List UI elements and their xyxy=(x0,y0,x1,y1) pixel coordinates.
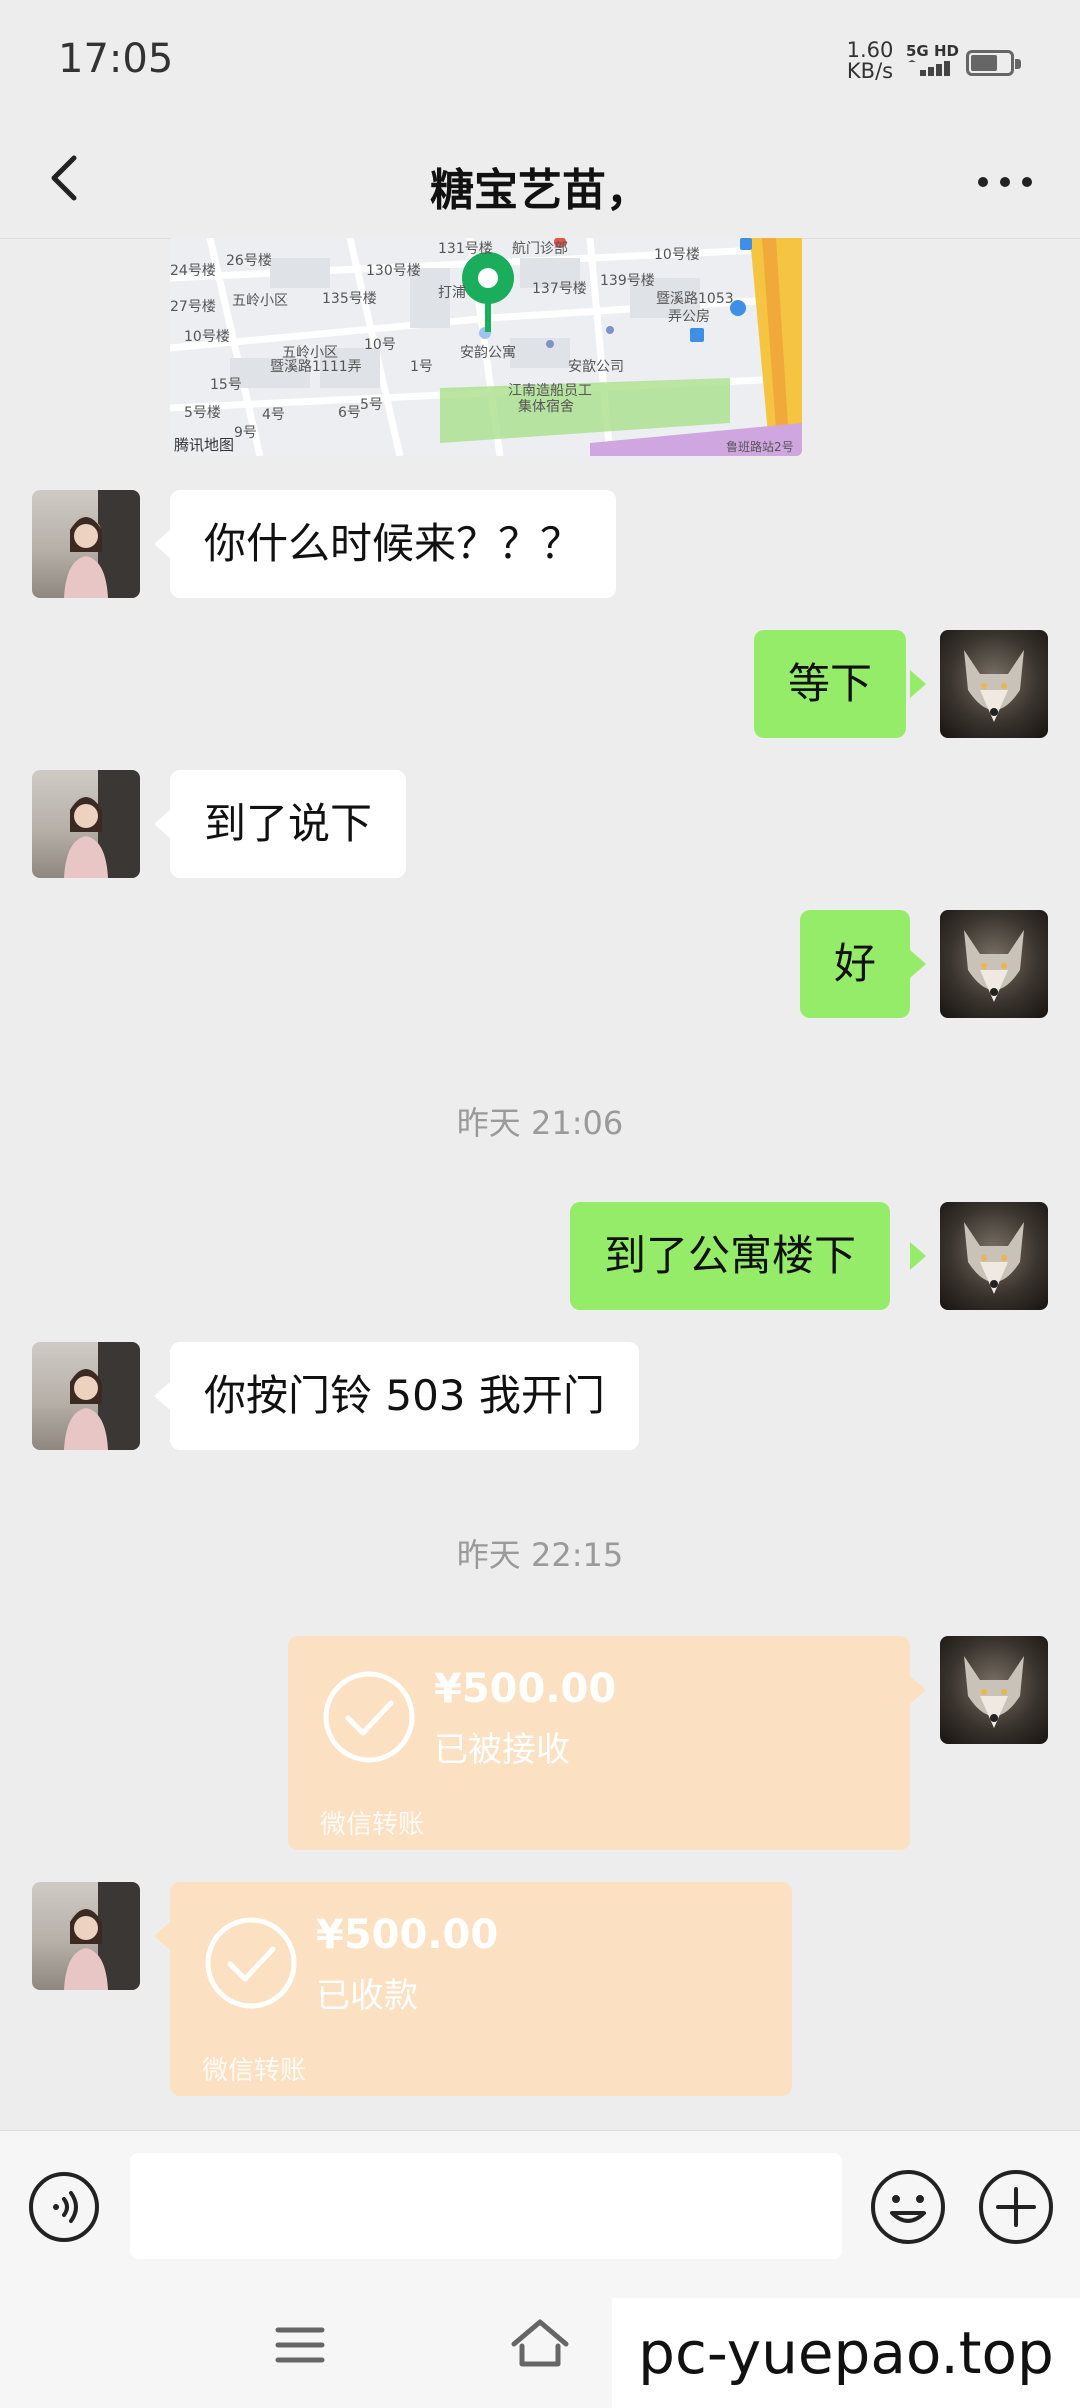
message-bubble-received[interactable]: 你按门铃 503 我开门 xyxy=(170,1342,639,1450)
menu-button[interactable] xyxy=(272,2320,328,2370)
home-button[interactable] xyxy=(508,2316,572,2372)
chat-header: 糖宝艺苗， xyxy=(0,126,1080,239)
more-dots-icon xyxy=(978,177,1032,187)
map-label: 安韵公寓 xyxy=(460,345,516,361)
transfer-brand: 微信转账 xyxy=(320,1810,425,1840)
map-label: 集体宿舍 xyxy=(518,399,574,415)
contact-avatar[interactable] xyxy=(32,770,140,878)
message-bubble-sent[interactable]: 好 xyxy=(800,910,911,1018)
map-label: 1号 xyxy=(410,359,433,375)
signal-bars-icon xyxy=(908,60,950,76)
map-label: 135号楼 xyxy=(322,291,377,307)
plus-icon xyxy=(979,2170,1053,2244)
contact-avatar[interactable] xyxy=(32,1342,140,1450)
status-time: 17:05 xyxy=(58,36,174,82)
battery-icon xyxy=(966,50,1021,76)
map-label: 5号楼 xyxy=(184,405,221,421)
transfer-status: 已收款 xyxy=(316,1976,418,2016)
plus-button[interactable] xyxy=(976,2167,1056,2247)
map-provider-label: 腾讯地图 xyxy=(174,436,235,454)
transfer-amount: ¥500.00 xyxy=(316,1912,499,1958)
contact-avatar[interactable] xyxy=(32,490,140,598)
network-speed-value: 1.60 xyxy=(846,38,894,62)
message-bubble-received[interactable]: 到了说下 xyxy=(170,770,407,878)
self-avatar[interactable] xyxy=(940,1636,1048,1744)
timestamp: 昨天 21:06 xyxy=(456,1104,624,1142)
message-bubble-received[interactable]: 你什么时候来？？？ xyxy=(170,490,617,598)
network-type: 5G HD xyxy=(906,42,959,60)
voice-button[interactable] xyxy=(26,2169,102,2245)
map-label: 10号楼 xyxy=(654,247,700,263)
map-label: 鲁班路站2号 xyxy=(726,440,794,454)
map-label: 10号 xyxy=(364,337,396,353)
message-bubble-sent[interactable]: 等下 xyxy=(754,630,907,738)
map-label: 27号楼 xyxy=(170,299,216,315)
transfer-card-received[interactable]: ¥500.00 已收款 微信转账 xyxy=(170,1882,792,2096)
map-label: 打浦 xyxy=(438,285,466,301)
network-speed-unit: KB/s xyxy=(846,59,894,83)
home-icon xyxy=(511,2319,569,2367)
map-label: 24号楼 xyxy=(170,263,216,279)
signal-indicator: 5G HD xyxy=(906,42,959,80)
menu-icon xyxy=(275,2327,325,2363)
watermark-text: pc-yuepao.top xyxy=(612,2298,1080,2408)
map-label: 130号楼 xyxy=(366,263,421,279)
map-label: 6号 xyxy=(338,405,361,421)
more-button[interactable] xyxy=(970,152,1040,212)
chat-title: 糖宝艺苗， xyxy=(430,165,650,216)
network-speed: 1.60 KB/s xyxy=(840,40,900,82)
check-circle-icon xyxy=(205,1917,297,2009)
transfer-status: 已被接收 xyxy=(434,1730,570,1770)
status-bar: 17:05 1.60 KB/s 5G HD xyxy=(0,0,1080,126)
emoji-icon xyxy=(871,2170,945,2244)
self-avatar[interactable] xyxy=(940,910,1048,1018)
map-label: 安歆公司 xyxy=(568,359,624,375)
contact-avatar[interactable] xyxy=(32,1882,140,1990)
transfer-brand: 微信转账 xyxy=(202,2056,307,2086)
self-avatar[interactable] xyxy=(940,1202,1048,1310)
map-label: 弄公房 xyxy=(668,309,710,325)
map-label: 137号楼 xyxy=(532,281,587,297)
message-bubble-sent[interactable]: 到了公寓楼下 xyxy=(570,1202,891,1310)
map-label: 暨溪路1053 xyxy=(656,291,734,307)
self-avatar[interactable] xyxy=(940,630,1048,738)
input-bar xyxy=(0,2130,1080,2281)
map-label: 五岭小区 xyxy=(232,293,288,309)
map-label: 10号楼 xyxy=(184,329,230,345)
map-label: 4号 xyxy=(262,407,285,423)
location-map-preview[interactable]: 131号楼 航门诊部 10号楼 26号楼 130号楼 24号楼 五岭小区 27号… xyxy=(170,238,802,456)
map-label: 暨溪路1111弄 xyxy=(270,359,362,375)
voice-icon xyxy=(29,2172,99,2242)
map-label: 5号 xyxy=(360,397,383,413)
transfer-amount: ¥500.00 xyxy=(434,1666,617,1712)
map-label: 131号楼 xyxy=(438,241,493,257)
map-label: 139号楼 xyxy=(600,273,655,289)
map-label: 航门诊部 xyxy=(512,241,568,257)
transfer-card-sent[interactable]: ¥500.00 已被接收 微信转账 xyxy=(288,1636,910,1850)
check-circle-icon xyxy=(323,1671,415,1763)
map-label: 15号 xyxy=(210,377,242,393)
timestamp: 昨天 22:15 xyxy=(456,1536,624,1574)
map-label: 9号 xyxy=(234,425,257,441)
emoji-button[interactable] xyxy=(868,2167,948,2247)
message-input[interactable] xyxy=(130,2153,842,2259)
map-label: 26号楼 xyxy=(226,253,272,269)
